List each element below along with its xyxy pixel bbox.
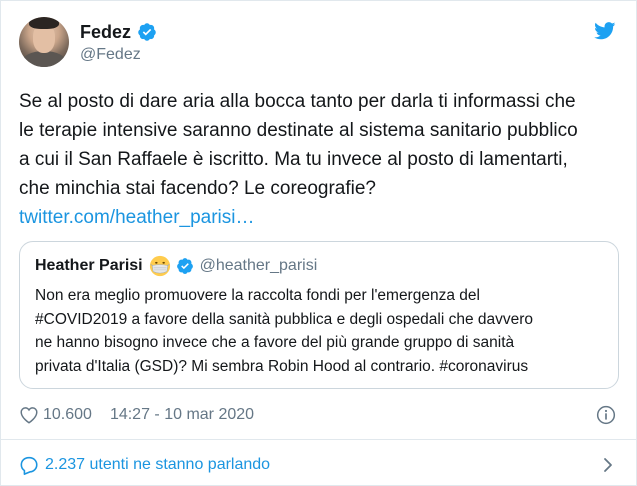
tweet-meta-row: 10.600 14:27 - 10 mar 2020 [19,403,618,427]
quoted-line: ne hanno bisogno invece che a favore del… [35,334,515,351]
verified-badge-icon [176,258,193,274]
tweet-header: Fedez @Fedez [19,17,618,73]
tweet-card: Fedez @Fedez Se al posto di dare aria al… [0,0,637,486]
quoted-line: privata d'Italia (GSD)? Mi sembra Robin … [35,357,529,375]
tweet-line: che minchia stai facendo? Le coreografie… [19,178,377,199]
verified-badge-icon [138,23,156,41]
conversation-row[interactable]: 2.237 utenti ne stanno parlando [19,453,618,477]
quoted-line: #COVID2019 a favore della sanità pubblic… [35,310,534,328]
tweet-line: a cui il San Raffaele è iscritto. Ma tu … [19,149,568,170]
author-handle[interactable]: @Fedez [80,46,157,64]
author-name[interactable]: Fedez [80,22,131,43]
quoted-tweet-text: Non era meglio promuovere la raccolta fo… [35,284,610,378]
chevron-right-icon[interactable] [602,457,614,473]
quoted-author-name[interactable]: Heather Parisi [35,257,143,275]
tweet-text: Se al posto di dare aria alla bocca tant… [19,87,619,232]
info-icon[interactable] [596,405,616,425]
twitter-bird-icon[interactable] [594,22,616,40]
quoted-line: Non era meglio promuovere la raccolta fo… [35,287,480,304]
tweet-line: Se al posto di dare aria alla bocca tant… [19,91,576,112]
quoted-tweet-link[interactable]: twitter.com/heather_parisi… [19,203,619,232]
heart-icon[interactable] [19,406,39,424]
chat-bubble-icon [20,456,38,475]
author-block: Fedez @Fedez [80,21,157,64]
face-with-mask-emoji [149,255,170,277]
conversation-count[interactable]: 2.237 utenti ne stanno parlando [45,456,270,474]
tweet-timestamp[interactable]: 14:27 - 10 mar 2020 [110,406,254,424]
quoted-tweet-header: Heather Parisi @heather_parisi [35,255,317,277]
like-count[interactable]: 10.600 [43,406,92,424]
tweet-line: le terapie intensive saranno destinate a… [19,120,578,141]
divider [1,439,636,440]
quoted-tweet[interactable]: Heather Parisi @heather_parisi Non era m… [19,241,619,389]
quoted-author-handle[interactable]: @heather_parisi [200,257,318,275]
avatar[interactable] [19,17,69,67]
